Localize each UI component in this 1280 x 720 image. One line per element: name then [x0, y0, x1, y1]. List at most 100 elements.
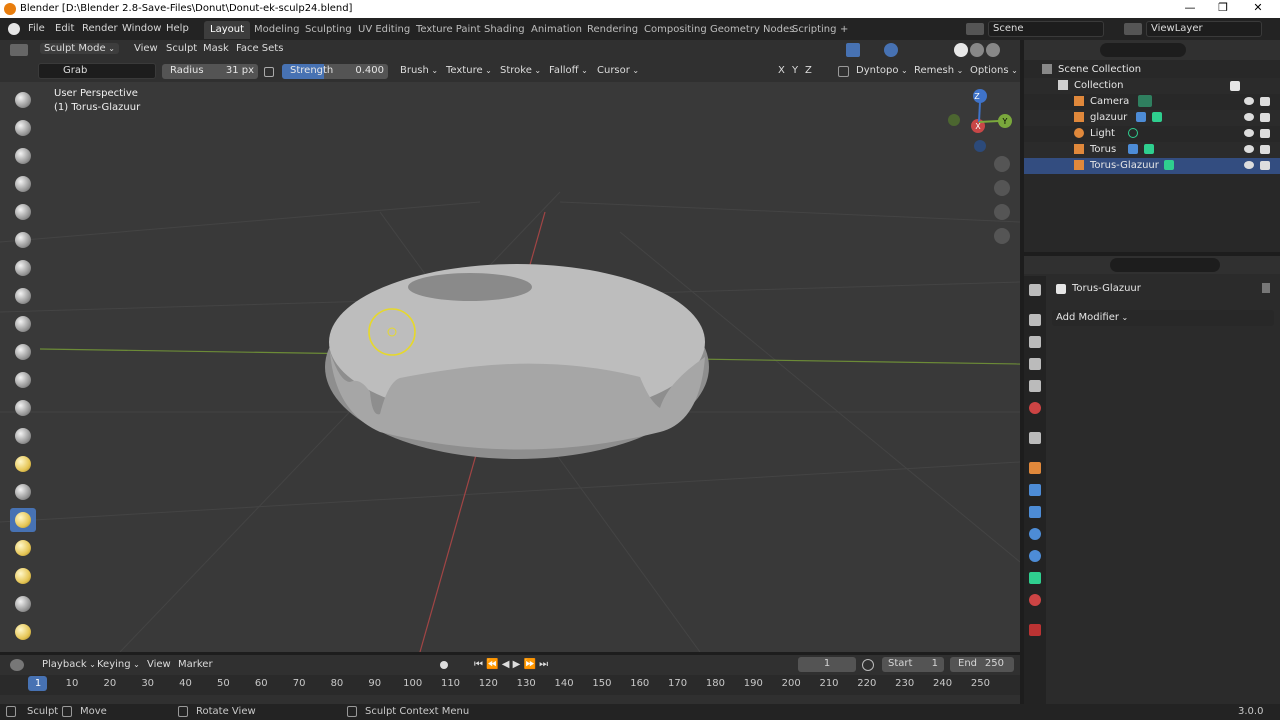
- add-workspace-button[interactable]: +: [834, 21, 854, 39]
- camera-data-icon[interactable]: [1138, 95, 1152, 107]
- fill-brush-button[interactable]: [10, 396, 36, 420]
- viewlayer-selector[interactable]: ViewLayer: [1146, 21, 1262, 37]
- tab-rendering[interactable]: Rendering: [581, 21, 644, 39]
- tool-tab-icon[interactable]: [1029, 284, 1041, 296]
- outliner-row-glazuur[interactable]: glazuur: [1024, 110, 1280, 126]
- remesh-menu[interactable]: Remesh: [914, 65, 963, 76]
- mesh-data-icon[interactable]: [1144, 144, 1154, 154]
- tab-sculpting[interactable]: Sculpting: [299, 21, 358, 39]
- modifier-wrench-icon[interactable]: [1128, 144, 1138, 154]
- camera-view-icon[interactable]: [994, 204, 1010, 220]
- visibility-eye-icon[interactable]: [1244, 145, 1254, 153]
- viewlayer-icon[interactable]: [1124, 23, 1142, 35]
- physics-tab-icon[interactable]: [1029, 528, 1041, 540]
- menu-playback[interactable]: Playback: [42, 659, 96, 670]
- overlay-toggle-icon[interactable]: [884, 43, 898, 57]
- render-camera-icon[interactable]: [1260, 97, 1270, 106]
- texture-tab-icon[interactable]: [1029, 624, 1041, 636]
- blob-brush-button[interactable]: [10, 284, 36, 308]
- texture-menu[interactable]: Texture: [446, 65, 492, 76]
- render-camera-icon[interactable]: [1260, 113, 1270, 122]
- tab-animation[interactable]: Animation: [525, 21, 588, 39]
- menu-view[interactable]: View: [134, 43, 158, 54]
- modifier-tab-icon[interactable]: [1029, 484, 1041, 496]
- brush-selector[interactable]: Grab: [38, 63, 156, 79]
- flatten-brush-button[interactable]: [10, 368, 36, 392]
- render-camera-icon[interactable]: [1260, 129, 1270, 138]
- dyntopo-menu[interactable]: Dyntopo: [856, 65, 908, 76]
- visibility-eye-icon[interactable]: [1244, 113, 1254, 121]
- menu-face-sets[interactable]: Face Sets: [236, 43, 283, 54]
- crease-brush-button[interactable]: [10, 312, 36, 336]
- outliner-row-camera[interactable]: Camera: [1024, 94, 1280, 110]
- layer-brush-button[interactable]: [10, 228, 36, 252]
- data-tab-icon[interactable]: [1029, 572, 1041, 584]
- radius-slider[interactable]: Radius 31 px: [162, 64, 258, 79]
- menu-edit[interactable]: Edit: [55, 23, 74, 34]
- tab-shading[interactable]: Shading: [478, 21, 531, 39]
- outliner-row-torus[interactable]: Torus: [1024, 142, 1280, 158]
- menu-render[interactable]: Render: [82, 23, 118, 34]
- symmetry-z-toggle[interactable]: Z: [805, 65, 812, 76]
- cursor-menu[interactable]: Cursor: [597, 65, 639, 76]
- scene-tab-icon[interactable]: [1029, 380, 1041, 392]
- object-tab-icon[interactable]: [1029, 462, 1041, 474]
- stroke-menu[interactable]: Stroke: [500, 65, 541, 76]
- scene-selector[interactable]: Scene: [988, 21, 1104, 37]
- properties-search[interactable]: [1110, 258, 1220, 272]
- menu-sculpt[interactable]: Sculpt: [166, 43, 197, 54]
- scrape-brush-button[interactable]: [10, 424, 36, 448]
- modifier-wrench-icon[interactable]: [1136, 112, 1146, 122]
- menu-marker[interactable]: Marker: [178, 659, 213, 670]
- multiplane-scrape-brush-button[interactable]: [10, 452, 36, 476]
- maximize-button[interactable]: ❐: [1208, 1, 1238, 14]
- pan-hand-icon[interactable]: [994, 180, 1010, 196]
- thumb-brush-button[interactable]: [10, 592, 36, 616]
- draw-sharp-brush-button[interactable]: [10, 116, 36, 140]
- outliner-search[interactable]: [1100, 43, 1186, 57]
- clay-strips-brush-button[interactable]: [10, 172, 36, 196]
- rendered-shading-icon[interactable]: [986, 43, 1000, 57]
- render-camera-icon[interactable]: [1260, 161, 1270, 170]
- smooth-brush-button[interactable]: [10, 340, 36, 364]
- tab-compositing[interactable]: Compositing: [638, 21, 713, 39]
- end-frame-field[interactable]: End 250: [950, 657, 1014, 672]
- solid-shading-icon[interactable]: [954, 43, 968, 57]
- outliner-row-light[interactable]: Light: [1024, 126, 1280, 142]
- collection-tab-icon[interactable]: [1029, 432, 1041, 444]
- menu-timeline-view[interactable]: View: [147, 659, 171, 670]
- material-tab-icon[interactable]: [1029, 594, 1041, 606]
- world-tab-icon[interactable]: [1029, 402, 1041, 414]
- mesh-data-icon[interactable]: [1164, 160, 1174, 170]
- annotate-tool-button[interactable]: [10, 620, 36, 644]
- editor-type-icon[interactable]: [10, 44, 28, 56]
- light-data-icon[interactable]: [1128, 128, 1138, 138]
- menu-file[interactable]: File: [28, 23, 45, 34]
- snake-hook-brush-button[interactable]: [10, 564, 36, 588]
- visibility-eye-icon[interactable]: [1244, 97, 1254, 105]
- pinch-brush-button[interactable]: [10, 480, 36, 504]
- view-layer-tab-icon[interactable]: [1029, 358, 1041, 370]
- collection-checkbox[interactable]: [1230, 81, 1240, 91]
- tab-uv-editing[interactable]: UV Editing: [352, 21, 416, 39]
- menu-help[interactable]: Help: [166, 23, 189, 34]
- brush-menu[interactable]: Brush: [400, 65, 438, 76]
- material-shading-icon[interactable]: [970, 43, 984, 57]
- pin-icon[interactable]: [1262, 283, 1270, 293]
- mesh-data-icon[interactable]: [1152, 112, 1162, 122]
- menu-keying[interactable]: Keying: [97, 659, 140, 670]
- tab-layout[interactable]: Layout: [204, 21, 250, 39]
- scene-icon[interactable]: [966, 23, 984, 35]
- zoom-icon[interactable]: [994, 156, 1010, 172]
- playback-controls[interactable]: ⏮ ⏪ ◀ ▶ ⏩ ⏭: [474, 659, 548, 670]
- start-frame-field[interactable]: Start 1: [882, 657, 944, 672]
- tab-texture-paint[interactable]: Texture Paint: [410, 21, 487, 39]
- preview-range-icon[interactable]: [862, 659, 874, 671]
- current-frame-field[interactable]: 1: [798, 657, 856, 672]
- blender-menu-icon[interactable]: [8, 23, 20, 35]
- visibility-eye-icon[interactable]: [1244, 161, 1254, 169]
- symmetry-x-toggle[interactable]: X: [778, 65, 785, 76]
- strength-slider[interactable]: Strength 0.400: [282, 64, 388, 79]
- elastic-deform-brush-button[interactable]: [10, 536, 36, 560]
- clay-thumb-brush-button[interactable]: [10, 200, 36, 224]
